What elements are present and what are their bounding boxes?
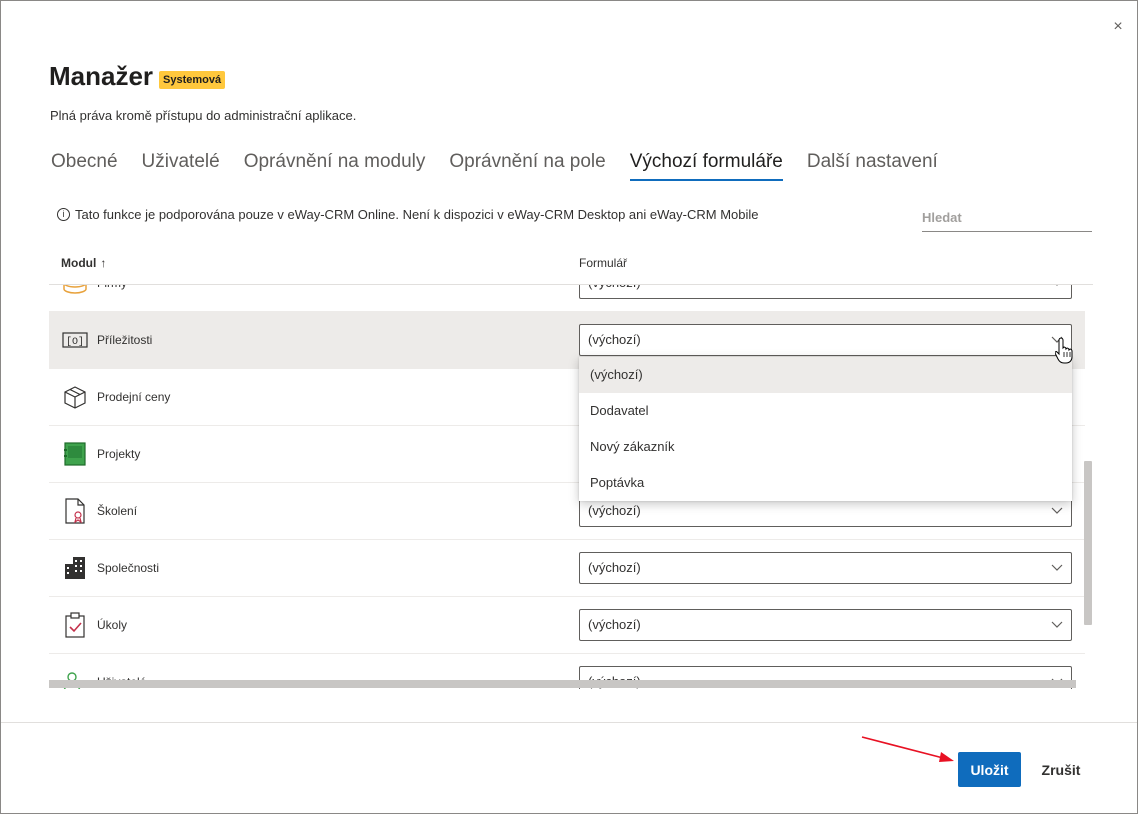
form-select[interactable]: (výchozí) [579,324,1072,356]
grid-header: Modul ↑ Formulář [49,243,1093,285]
row-label: Prodejní ceny [97,390,171,404]
building-icon [61,554,89,582]
price-list-icon [61,383,89,411]
select-value: (výchozí) [588,560,641,575]
row-label: Příležitosti [97,333,153,347]
table-row: Společnosti (výchozí) [49,540,1085,597]
chevron-down-icon [1051,564,1063,571]
tab-general[interactable]: Obecné [51,151,118,181]
tab-default-forms[interactable]: Výchozí formuláře [629,151,783,181]
info-message: i Tato funkce je podporována pouze v eWa… [57,207,758,222]
chevron-down-icon [1051,507,1063,514]
search-input[interactable] [922,203,1092,232]
form-dropdown-list: (výchozí) Dodavatel Nový zákazník Poptáv… [579,357,1072,501]
row-label: Společnosti [97,561,160,575]
system-badge: Systemová [159,70,226,89]
tab-users[interactable]: Uživatelé [142,151,220,181]
column-header-form: Formulář [579,256,628,270]
task-icon [61,611,89,639]
footer-divider [1,722,1137,723]
select-value: (výchozí) [588,332,641,347]
row-label: Školení [97,504,138,518]
row-label: Úkoly [97,618,128,632]
tab-module-permissions[interactable]: Oprávnění na moduly [244,151,426,181]
project-icon [61,440,89,468]
tab-bar: Obecné Uživatelé Oprávnění na moduly Opr… [51,151,962,181]
column-module-label: Modul [61,256,97,270]
page-title: Manažer [49,61,154,91]
form-select[interactable]: (výchozí) [579,609,1072,641]
tab-other-settings[interactable]: Další nastavení [807,151,938,181]
select-value: (výchozí) [588,503,641,518]
sort-ascending-icon: ↑ [100,256,107,270]
column-header-module[interactable]: Modul ↑ [61,256,106,270]
dropdown-option[interactable]: Nový zákazník [579,429,1072,465]
horizontal-scrollbar[interactable] [49,680,1076,688]
page-subtitle: Plná práva kromě přístupu do administrač… [50,108,357,123]
info-icon: i [57,208,70,221]
role-dialog: × Manažer Systemová Plná práva kromě pří… [0,0,1138,814]
cancel-button[interactable]: Zrušit [1032,752,1090,787]
svg-text:[O]: [O] [66,336,84,348]
close-icon[interactable]: × [1109,17,1127,37]
opportunity-icon: [O] [61,326,89,354]
select-value: (výchozí) [588,617,641,632]
annotation-arrow-icon [861,736,954,762]
tab-field-permissions[interactable]: Oprávnění na pole [449,151,605,181]
hand-cursor-icon [1055,337,1073,364]
certificate-icon [61,497,89,525]
table-row: Úkoly (výchozí) [49,597,1085,654]
info-text: Tato funkce je podporována pouze v eWay-… [75,207,759,222]
vertical-scrollbar[interactable] [1084,461,1092,625]
chevron-down-icon [1051,621,1063,628]
row-label: Projekty [97,447,141,461]
save-button[interactable]: Uložit [958,752,1021,787]
dropdown-option[interactable]: Dodavatel [579,393,1072,429]
dropdown-option[interactable]: (výchozí) [579,357,1072,393]
title-row: Manažer Systemová [49,61,226,92]
dropdown-option[interactable]: Poptávka [579,465,1072,501]
form-select[interactable]: (výchozí) [579,552,1072,584]
